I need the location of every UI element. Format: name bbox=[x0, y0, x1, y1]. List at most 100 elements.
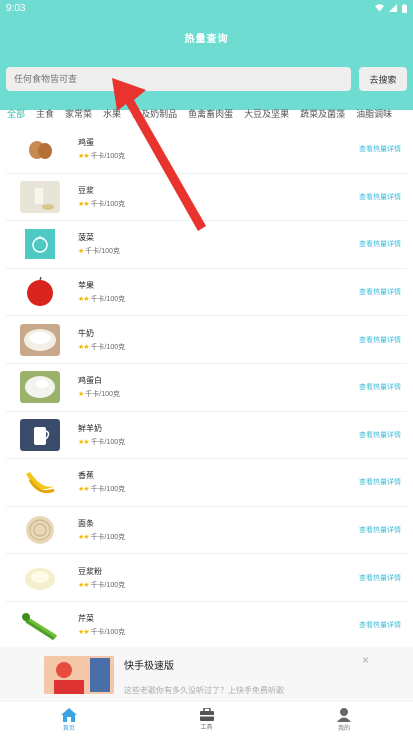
food-row[interactable]: 鸡蛋 ★★ 千卡/100克 查看热量详情 bbox=[6, 126, 407, 174]
rating-stars: ★ bbox=[78, 391, 84, 399]
rating-stars: ★★ bbox=[78, 153, 90, 161]
food-name: 鸡蛋白 bbox=[78, 376, 102, 386]
profile-icon bbox=[337, 707, 352, 722]
ad-banner[interactable]: 快手极速版 这些老歌你有多久没听过了？上快手免费听歌 × bbox=[0, 647, 413, 699]
food-name: 鸡蛋 bbox=[78, 138, 94, 148]
tab-home-dish[interactable]: 家常菜 bbox=[65, 107, 92, 120]
milk-icon bbox=[20, 323, 60, 356]
tab-fruit[interactable]: 水果 bbox=[103, 107, 121, 120]
nav-home-label: 首页 bbox=[62, 725, 75, 732]
ad-close-icon[interactable]: × bbox=[362, 653, 369, 667]
detail-link[interactable]: 查看热量详情 bbox=[359, 477, 401, 487]
food-name: 香蕉 bbox=[78, 471, 94, 481]
rating-stars: ★★ bbox=[78, 438, 90, 446]
search-input[interactable] bbox=[6, 67, 351, 91]
tab-all[interactable]: 全部 bbox=[7, 107, 26, 124]
soy-milk-icon bbox=[20, 180, 60, 213]
food-name: 豆浆粉 bbox=[78, 566, 102, 576]
detail-link[interactable]: 查看热量详情 bbox=[359, 525, 401, 535]
tab-dairy[interactable]: 奶及奶制品 bbox=[132, 107, 177, 120]
bottom-nav: 首页 工具 我的 bbox=[0, 700, 413, 738]
battery-icon bbox=[402, 3, 407, 13]
signal-icon bbox=[389, 4, 397, 12]
status-time: 9:03 bbox=[6, 2, 26, 14]
food-row[interactable]: 豆浆 ★★ 千卡/100克 查看热量详情 bbox=[6, 174, 407, 222]
food-row[interactable]: 香蕉 ★★ 千卡/100克 查看热量详情 bbox=[6, 459, 407, 507]
rating-stars: ★★ bbox=[78, 534, 90, 542]
ad-image bbox=[44, 656, 114, 694]
food-name: 鲜羊奶 bbox=[78, 423, 102, 433]
search-row: 去搜索 bbox=[6, 67, 407, 91]
detail-link[interactable]: 查看热量详情 bbox=[359, 573, 401, 583]
home-icon bbox=[60, 707, 77, 722]
ad-subtitle: 这些老歌你有多久没听过了？上快手免费听歌 bbox=[124, 686, 284, 695]
tab-vegetables[interactable]: 蔬菜及菌藻 bbox=[300, 107, 345, 120]
nav-profile[interactable]: 我的 bbox=[275, 701, 413, 738]
rating-stars: ★★ bbox=[78, 581, 90, 589]
food-row[interactable]: 牛奶 ★★ 千卡/100克 查看热量详情 bbox=[6, 316, 407, 364]
rating-stars: ★ bbox=[78, 248, 84, 256]
food-unit: 千卡/100克 bbox=[90, 534, 126, 542]
detail-link[interactable]: 查看热量详情 bbox=[359, 335, 401, 345]
goat-milk-icon bbox=[20, 418, 60, 451]
header-bar: 9:03 热量查询 去搜索 bbox=[0, 0, 413, 110]
food-unit: 千卡/100克 bbox=[90, 486, 126, 494]
nav-home[interactable]: 首页 bbox=[0, 701, 138, 738]
food-unit: 千卡/100克 bbox=[90, 200, 126, 208]
tab-oils[interactable]: 油脂调味 bbox=[356, 107, 392, 120]
detail-link[interactable]: 查看热量详情 bbox=[359, 287, 401, 297]
food-unit: 千卡/100克 bbox=[85, 391, 120, 399]
rating-stars: ★★ bbox=[78, 343, 90, 351]
nav-tools-label: 工具 bbox=[200, 725, 213, 731]
detail-link[interactable]: 查看热量详情 bbox=[359, 192, 401, 202]
banana-icon bbox=[20, 466, 60, 498]
apple-icon bbox=[20, 276, 60, 308]
detail-link[interactable]: 查看热量详情 bbox=[359, 239, 401, 249]
category-tabs: 全部 主食 家常菜 水果 奶及奶制品 鱼禽畜肉蛋 大豆及坚果 蔬菜及菌藻 油脂调… bbox=[0, 102, 413, 124]
food-row[interactable]: 面条 ★★ 千卡/100克 查看热量详情 bbox=[6, 507, 407, 555]
detail-link[interactable]: 查看热量详情 bbox=[359, 382, 401, 392]
tab-soy-nuts[interactable]: 大豆及坚果 bbox=[244, 107, 289, 120]
food-unit: 千卡/100克 bbox=[85, 248, 120, 256]
food-unit: 千卡/100克 bbox=[90, 581, 126, 589]
food-name: 牛奶 bbox=[78, 328, 94, 338]
food-unit: 千卡/100克 bbox=[90, 153, 126, 161]
food-row[interactable]: 豆浆粉 ★★ 千卡/100克 查看热量详情 bbox=[6, 554, 407, 602]
food-row[interactable]: 苹果 ★★ 千卡/100克 查看热量详情 bbox=[6, 269, 407, 317]
search-button[interactable]: 去搜索 bbox=[359, 67, 407, 91]
noodles-icon bbox=[20, 514, 60, 546]
spinach-icon bbox=[20, 228, 60, 260]
celery-icon bbox=[20, 609, 60, 641]
tab-meat[interactable]: 鱼禽畜肉蛋 bbox=[188, 107, 233, 120]
food-name: 豆浆 bbox=[78, 185, 94, 195]
egg-icon bbox=[20, 133, 60, 165]
food-row[interactable]: 鸡蛋白 ★ 千卡/100克 查看热量详情 bbox=[6, 364, 407, 412]
food-unit: 千卡/100克 bbox=[90, 296, 126, 304]
food-name: 面条 bbox=[78, 519, 94, 529]
status-bar: 9:03 bbox=[0, 0, 413, 16]
detail-link[interactable]: 查看热量详情 bbox=[359, 620, 401, 630]
food-unit: 千卡/100克 bbox=[90, 343, 126, 351]
soy-powder-icon bbox=[20, 562, 60, 594]
detail-link[interactable]: 查看热量详情 bbox=[359, 430, 401, 440]
egg-white-icon bbox=[20, 371, 60, 404]
food-unit: 千卡/100克 bbox=[90, 438, 126, 446]
food-list: 鸡蛋 ★★ 千卡/100克 查看热量详情 豆浆 ★★ 千卡/100克 查看热量详情 … bbox=[0, 126, 413, 650]
tab-staple[interactable]: 主食 bbox=[36, 107, 54, 120]
ad-title: 快手极速版 bbox=[124, 661, 174, 672]
food-name: 芹菜 bbox=[78, 614, 94, 624]
food-name: 菠菜 bbox=[78, 233, 94, 243]
food-row[interactable]: 芹菜 ★★ 千卡/100克 查看热量详情 bbox=[6, 602, 407, 650]
food-name: 苹果 bbox=[78, 281, 94, 291]
wifi-icon bbox=[375, 4, 384, 12]
rating-stars: ★★ bbox=[78, 629, 90, 637]
detail-link[interactable]: 查看热量详情 bbox=[359, 144, 401, 154]
food-unit: 千卡/100克 bbox=[90, 629, 126, 637]
rating-stars: ★★ bbox=[78, 296, 90, 304]
food-row[interactable]: 菠菜 ★ 千卡/100克 查看热量详情 bbox=[6, 221, 407, 269]
status-icons bbox=[375, 3, 407, 13]
food-row[interactable]: 鲜羊奶 ★★ 千卡/100克 查看热量详情 bbox=[6, 412, 407, 460]
nav-profile-label: 我的 bbox=[338, 725, 351, 732]
toolbox-icon bbox=[199, 708, 214, 721]
nav-tools[interactable]: 工具 bbox=[138, 701, 276, 738]
